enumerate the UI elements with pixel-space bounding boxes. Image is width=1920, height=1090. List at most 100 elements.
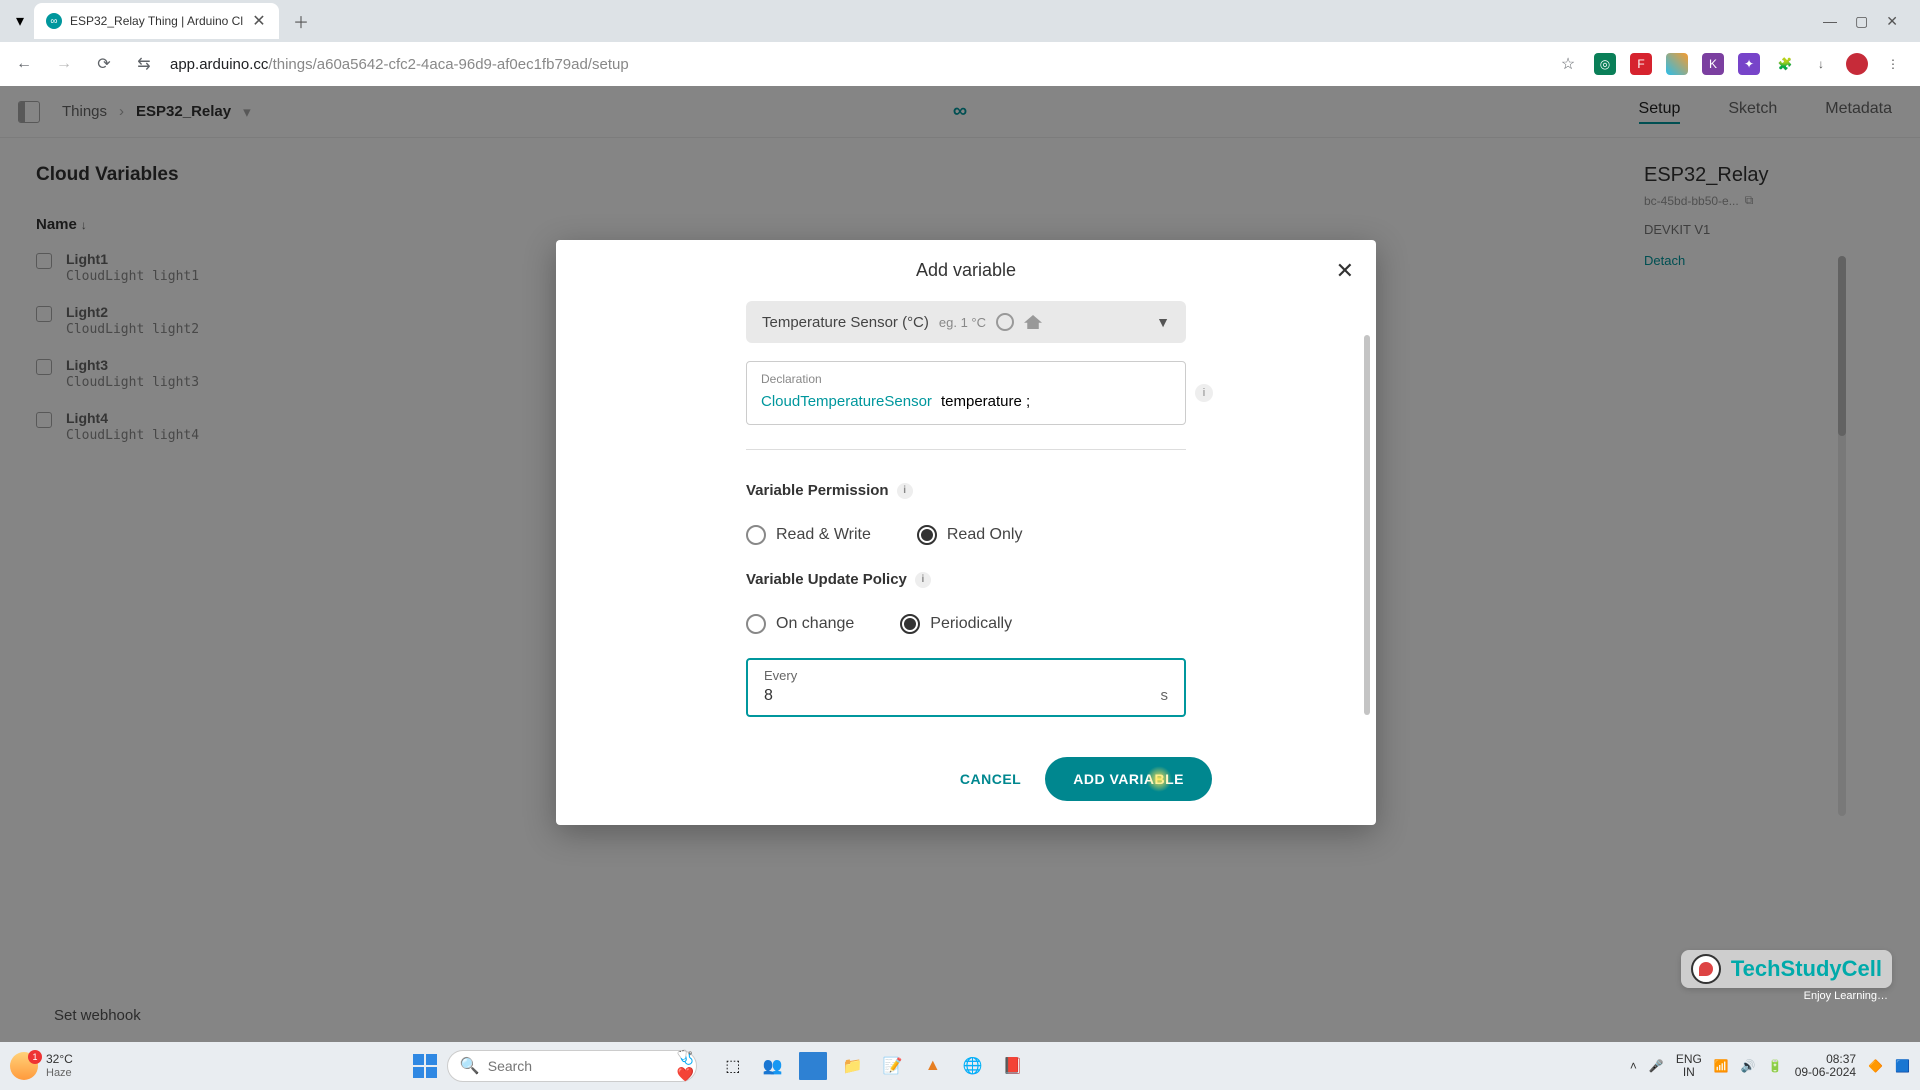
extension-icon-2[interactable]: F [1630,53,1652,75]
reload-button[interactable]: ⟳ [90,50,118,78]
notification-badge: 1 [28,1050,42,1064]
declaration-info-icon[interactable]: i [1195,384,1213,402]
new-tab-button[interactable]: ＋ [287,7,315,35]
profile-avatar[interactable] [1846,53,1868,75]
permission-radio-group: Read & Write Read Only [746,525,1186,545]
teams-icon[interactable]: 👥 [759,1052,787,1080]
start-button[interactable] [413,1054,437,1078]
radio-icon [746,525,766,545]
wifi-icon[interactable]: 📶 [1714,1059,1729,1073]
add-variable-button[interactable]: ADD VARIABLE [1045,757,1212,801]
watermark-brand: TechStudyCell [1731,956,1882,982]
update-policy-help-icon[interactable]: i [915,572,931,588]
modal-footer: CANCEL ADD VARIABLE [556,733,1376,825]
extension-icon-3[interactable] [1666,53,1688,75]
google-home-icon [1024,315,1042,329]
cursor-highlight [1146,766,1172,792]
variable-type-label: Temperature Sensor (°C) [762,314,929,331]
search-emblem-icon: 🩺❤️ [677,1049,694,1083]
search-input[interactable] [488,1058,669,1074]
extension-icons: ◎ F K ✦ 🧩 ↓ ⋮ [1594,53,1910,75]
chevron-down-icon: ▼ [1156,314,1170,330]
modal-scrollbar[interactable] [1364,301,1370,733]
declaration-label: Declaration [761,372,1171,386]
back-button[interactable]: ← [10,50,38,78]
interval-label: Every [764,668,1168,683]
radio-icon [746,614,766,634]
site-info-icon[interactable]: ⇆ [130,50,158,78]
minimize-button[interactable]: ― [1823,13,1837,30]
tray-app-icon-1[interactable]: 🔶 [1868,1059,1883,1073]
radio-icon [900,614,920,634]
taskbar-search[interactable]: 🔍 🩺❤️ [447,1050,697,1082]
close-window-button[interactable]: ✕ [1886,13,1898,30]
weather-temp: 32°C [46,1053,73,1066]
tray-chevron-icon[interactable]: ˄ [1630,1059,1637,1073]
extension-icon-1[interactable]: ◎ [1594,53,1616,75]
declaration-field: Declaration CloudTemperatureSensor tempe… [746,361,1186,425]
forward-button[interactable]: → [50,50,78,78]
notepad-icon[interactable]: 📝 [879,1052,907,1080]
interval-field[interactable]: Every s [746,658,1186,717]
variable-type-selector[interactable]: Temperature Sensor (°C) eg. 1 °C ▼ [746,301,1186,343]
language-indicator[interactable]: ENG IN [1676,1053,1702,1079]
add-variable-modal: Add variable ✕ Temperature Sensor (°C) e… [556,240,1376,825]
weather-icon: 1 [10,1052,38,1080]
permission-section-label: Variable Permission i [746,482,1186,499]
chrome-icon[interactable]: 🌐 [959,1052,987,1080]
close-icon[interactable]: ✕ [1336,258,1354,284]
update-policy-section-label: Variable Update Policy i [746,571,1186,588]
kebab-menu-icon[interactable]: ⋮ [1882,53,1904,75]
tab-search-button[interactable]: ▾ [6,7,34,35]
radio-icon [917,525,937,545]
battery-icon[interactable]: 🔋 [1768,1059,1783,1073]
modal-header: Add variable ✕ [556,240,1376,301]
window-controls: ― ▢ ✕ [1823,13,1914,30]
interval-input[interactable] [764,687,1128,705]
tray-app-icon-2[interactable]: 🟦 [1895,1059,1910,1073]
url-display[interactable]: app.arduino.cc/things/a60a5642-cfc2-4aca… [170,56,1542,73]
modal-body: Temperature Sensor (°C) eg. 1 °C ▼ Decla… [556,301,1376,733]
weather-widget[interactable]: 1 32°C Haze [10,1052,73,1080]
downloads-icon[interactable]: ↓ [1810,53,1832,75]
task-view-icon[interactable]: ⬚ [719,1052,747,1080]
divider [746,449,1186,450]
system-tray: ˄ 🎤 ENG IN 📶 🔊 🔋 08:37 09-06-2024 🔶 🟦 [1630,1053,1910,1079]
cancel-button[interactable]: CANCEL [952,757,1029,801]
radio-on-change[interactable]: On change [746,614,854,634]
declaration-code: CloudTemperatureSensor temperature ; [761,392,1171,410]
weather-condition: Haze [46,1067,73,1079]
update-policy-radio-group: On change Periodically [746,614,1186,634]
interval-unit: s [1161,687,1169,704]
arduino-favicon [46,13,62,29]
page-content: Things › ESP32_Relay ▾ ∞ Setup Sketch Me… [0,86,1920,1042]
extensions-puzzle-icon[interactable]: 🧩 [1774,53,1796,75]
watermark-icon [1691,954,1721,984]
address-bar: ← → ⟳ ⇆ app.arduino.cc/things/a60a5642-c… [0,42,1920,86]
watermark-subtitle: Enjoy Learning… [1804,990,1888,1002]
permission-help-icon[interactable]: i [897,483,913,499]
extension-icon-5[interactable]: ✦ [1738,53,1760,75]
extension-icon-4[interactable]: K [1702,53,1724,75]
clock[interactable]: 08:37 09-06-2024 [1795,1053,1856,1079]
browser-chrome: ▾ ESP32_Relay Thing | Arduino Cl ✕ ＋ ― ▢… [0,0,1920,86]
taskbar-center: 🔍 🩺❤️ ⬚ 👥 📁 📝 ▲ 🌐 📕 [413,1050,1027,1082]
bookmark-star-icon[interactable]: ☆ [1554,50,1582,78]
file-explorer-icon[interactable]: 📁 [839,1052,867,1080]
vlc-icon[interactable]: ▲ [919,1052,947,1080]
maximize-button[interactable]: ▢ [1855,13,1868,30]
radio-periodically[interactable]: Periodically [900,614,1012,634]
windows-taskbar: 1 32°C Haze 🔍 🩺❤️ ⬚ 👥 📁 📝 ▲ 🌐 📕 ˄ 🎤 ENG [0,1042,1920,1090]
watermark: TechStudyCell [1681,950,1892,988]
browser-tab-active[interactable]: ESP32_Relay Thing | Arduino Cl ✕ [34,3,279,39]
tab-close-icon[interactable]: ✕ [251,13,267,29]
app-icon-1[interactable] [799,1052,827,1080]
radio-read-write[interactable]: Read & Write [746,525,871,545]
acrobat-icon[interactable]: 📕 [999,1052,1027,1080]
radio-read-only[interactable]: Read Only [917,525,1023,545]
search-icon: 🔍 [460,1056,480,1076]
scrollbar-thumb[interactable] [1364,335,1370,715]
tab-title: ESP32_Relay Thing | Arduino Cl [70,14,243,28]
volume-icon[interactable]: 🔊 [1741,1059,1756,1073]
microphone-icon[interactable]: 🎤 [1649,1059,1664,1073]
